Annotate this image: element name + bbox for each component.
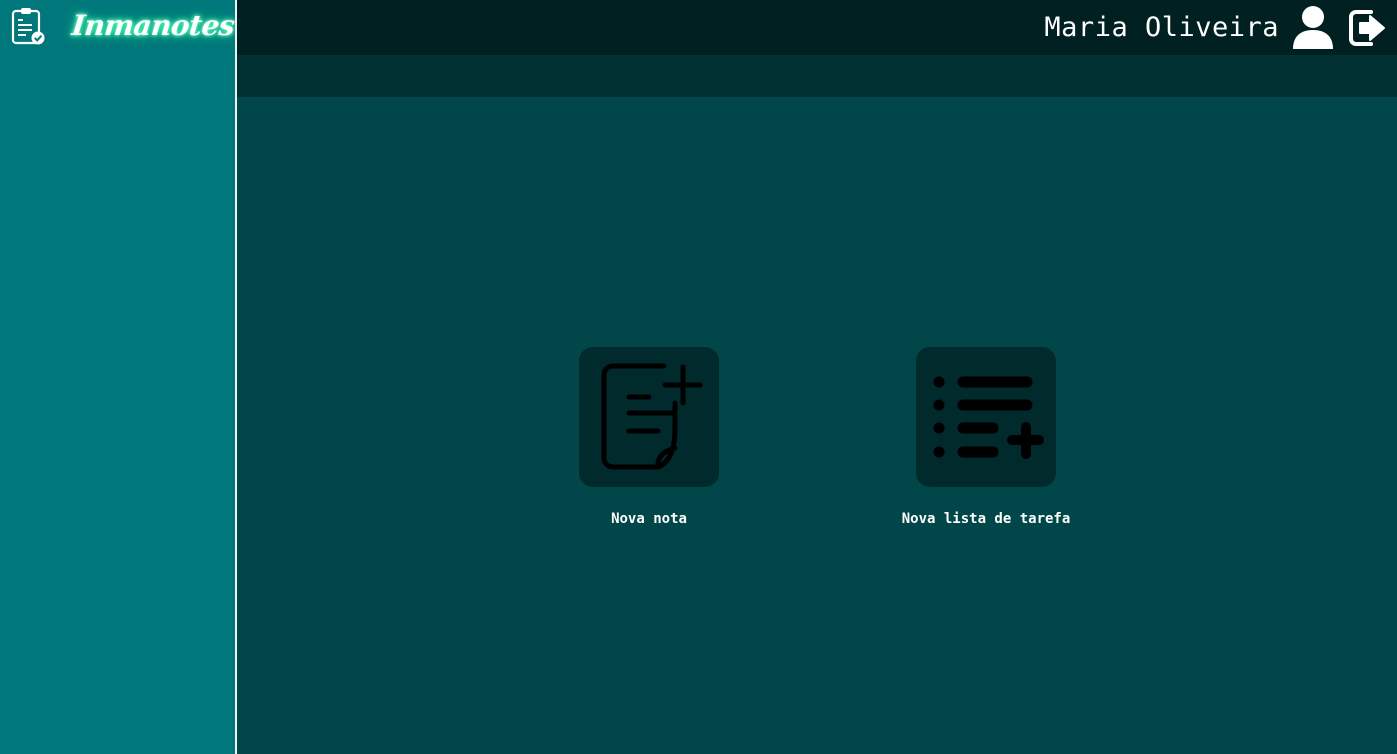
user-area: Maria Oliveira	[1044, 0, 1387, 55]
new-note-button[interactable]: Nova nota	[579, 347, 719, 527]
sidebar-divider	[235, 0, 237, 754]
user-icon[interactable]	[1292, 5, 1334, 51]
logout-icon[interactable]	[1349, 8, 1387, 48]
topbar: Maria Oliveira	[237, 0, 1397, 55]
new-task-list-tile[interactable]	[916, 347, 1056, 487]
new-note-label: Nova nota	[611, 511, 687, 527]
brand[interactable]: Inmanotes	[10, 6, 237, 46]
sidebar: Inmanotes	[0, 0, 237, 754]
new-task-list-button[interactable]: Nova lista de tarefa	[902, 347, 1070, 527]
toolbar-strip	[237, 55, 1397, 97]
note-add-icon	[601, 363, 703, 470]
new-note-tile[interactable]	[579, 347, 719, 487]
new-task-list-label: Nova lista de tarefa	[901, 511, 1071, 527]
brand-name: Inmanotes	[70, 9, 237, 42]
clipboard-check-icon	[11, 8, 45, 45]
user-name: Maria Oliveira	[1044, 12, 1279, 43]
list-add-icon	[933, 376, 1044, 459]
